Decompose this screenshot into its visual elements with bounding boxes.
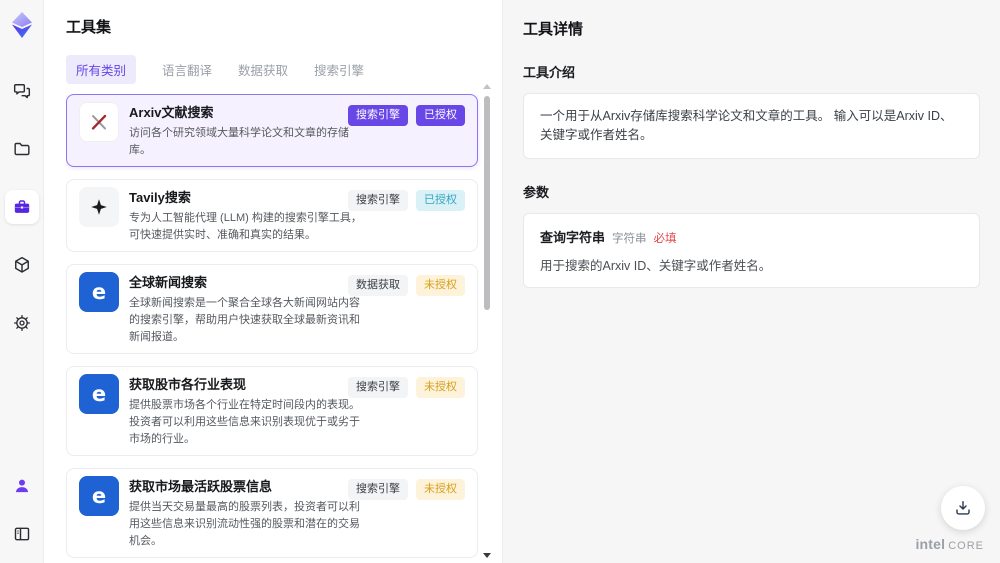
- news-e-icon: e: [79, 374, 119, 414]
- sidebar-rail: [0, 0, 44, 563]
- tool-card[interactable]: e 获取市场最活跃股票信息提供当天交易量最高的股票列表，投资者可以利用这些信息来识…: [66, 468, 478, 558]
- page-title: 工具集: [66, 19, 112, 36]
- status-badge: 已授权: [416, 105, 465, 126]
- app-logo[interactable]: [7, 10, 37, 40]
- intro-box: 一个用于从Arxiv存储库搜索科学论文和文章的工具。 输入可以是Arxiv ID…: [523, 93, 980, 159]
- tool-card[interactable]: Tavily搜索专为人工智能代理 (LLM) 构建的搜索引擎工具，可快速提供实时…: [66, 179, 478, 252]
- tab-3[interactable]: 搜索引擎: [314, 60, 364, 79]
- category-tabs: 所有类别 语言翻译 数据获取 搜索引擎: [66, 55, 502, 84]
- tool-title: 获取股市各行业表现: [129, 377, 247, 392]
- intro-text: 一个用于从Arxiv存储库搜索科学论文和文章的工具。 输入可以是Arxiv ID…: [540, 109, 953, 142]
- status-badge: 未授权: [416, 479, 465, 500]
- sidebar-item-account[interactable]: [5, 469, 39, 503]
- param-name: 查询字符串: [540, 229, 606, 245]
- intro-heading: 工具介绍: [523, 65, 576, 80]
- tool-desc: 专为人工智能代理 (LLM) 构建的搜索引擎工具，可快速提供实时、准确和真实的结…: [129, 212, 362, 241]
- tool-list: Arxiv文献搜索 访问各个研究领域大量科学论文和文章的存储库。 搜索引擎 已授权 T…: [66, 94, 502, 563]
- tab-1[interactable]: 语言翻译: [162, 60, 212, 79]
- gear-icon: [13, 315, 30, 331]
- param-required-flag: 必填: [653, 232, 677, 245]
- status-badge: 未授权: [416, 377, 465, 398]
- detail-title: 工具详情: [523, 21, 584, 38]
- download-button[interactable]: [941, 486, 985, 530]
- sidebar-nav: [4, 74, 39, 340]
- status-badge: 已授权: [416, 190, 465, 211]
- tab-2[interactable]: 数据获取: [238, 60, 288, 79]
- tool-card[interactable]: e 获取股市各行业表现提供股票市场各个行业在特定时间段内的表现。投资者可以利用这些…: [66, 366, 478, 456]
- category-badge: 搜索引擎: [348, 479, 408, 500]
- tool-title: 全球新闻搜索: [129, 275, 208, 290]
- download-icon: [956, 501, 970, 515]
- tavily-star-icon: [79, 187, 119, 227]
- scrollbar-thumb[interactable]: [484, 96, 490, 310]
- sidebar-item-plugins[interactable]: [5, 248, 39, 282]
- tool-desc: 访问各个研究领域大量科学论文和文章的存储库。: [129, 127, 349, 156]
- list-scrollbar[interactable]: [483, 84, 491, 558]
- news-e-icon: e: [79, 476, 119, 516]
- tool-desc: 提供当天交易量最高的股票列表，投资者可以利用这些信息来识别流动性强的股票和潜在的…: [129, 501, 360, 547]
- sidebar-item-tools[interactable]: [4, 190, 39, 224]
- folder-icon: [13, 142, 30, 156]
- news-e-icon: e: [79, 272, 119, 312]
- tool-desc: 全球新闻搜索是一个聚合全球各大新闻网站内容的搜索引擎，帮助用户快速获取全球最新资…: [129, 297, 360, 343]
- tool-card[interactable]: Arxiv文献搜索访问各个研究领域大量科学论文和文章的存储库。 搜索引擎 已授权: [66, 94, 478, 167]
- chat-icon: [13, 84, 30, 99]
- sidebar-item-collapse[interactable]: [5, 517, 39, 551]
- scroll-down-arrow[interactable]: [483, 553, 491, 558]
- category-badge: 搜索引擎: [348, 105, 408, 126]
- tool-title: 获取市场最活跃股票信息: [129, 479, 273, 494]
- param-box: 查询字符串 字符串 必填 用于搜索的Arxiv ID、关键字或作者姓名。: [523, 212, 980, 288]
- intel-core-logo: intel CORE: [915, 536, 984, 552]
- sidebar-item-settings[interactable]: [5, 306, 39, 340]
- category-badge: 搜索引擎: [348, 377, 408, 398]
- sidebar-item-files[interactable]: [5, 132, 39, 166]
- tool-desc: 提供股票市场各个行业在特定时间段内的表现。投资者可以利用这些信息来识别表现优于或…: [129, 399, 360, 445]
- tool-title: Tavily搜索: [129, 190, 191, 205]
- brand-core: CORE: [948, 540, 984, 552]
- tool-list-panel: 工具集 所有类别 语言翻译 数据获取 搜索引擎 Arxiv文献搜索 访问各个研究领域大量…: [44, 0, 503, 563]
- cube-icon: [14, 256, 29, 273]
- tool-title: Arxiv文献搜索: [129, 105, 214, 120]
- panel-toggle-icon: [14, 527, 29, 541]
- category-badge: 搜索引擎: [348, 190, 408, 211]
- category-badge: 数据获取: [348, 275, 408, 296]
- user-icon: [15, 479, 28, 493]
- param-desc: 用于搜索的Arxiv ID、关键字或作者姓名。: [540, 258, 772, 273]
- arxiv-icon: [79, 102, 119, 142]
- sidebar-bottom: [5, 469, 39, 551]
- status-badge: 未授权: [416, 275, 465, 296]
- tab-all-categories[interactable]: 所有类别: [66, 55, 137, 84]
- param-type: 字符串: [612, 232, 647, 245]
- param-header: 查询字符串 字符串 必填: [540, 227, 963, 246]
- tool-detail-panel: 工具详情 工具介绍 一个用于从Arxiv存储库搜索科学论文和文章的工具。 输入可…: [503, 0, 1000, 563]
- sidebar-item-chat[interactable]: [5, 74, 39, 108]
- brand-intel: intel: [915, 536, 946, 552]
- tool-card[interactable]: e 全球新闻搜索全球新闻搜索是一个聚合全球各大新闻网站内容的搜索引擎，帮助用户快速…: [66, 264, 478, 354]
- briefcase-icon: [14, 200, 29, 213]
- app-window: 工具集 所有类别 语言翻译 数据获取 搜索引擎 Arxiv文献搜索 访问各个研究领域大量…: [0, 0, 1000, 563]
- params-heading: 参数: [523, 184, 550, 200]
- scroll-up-arrow[interactable]: [483, 84, 491, 89]
